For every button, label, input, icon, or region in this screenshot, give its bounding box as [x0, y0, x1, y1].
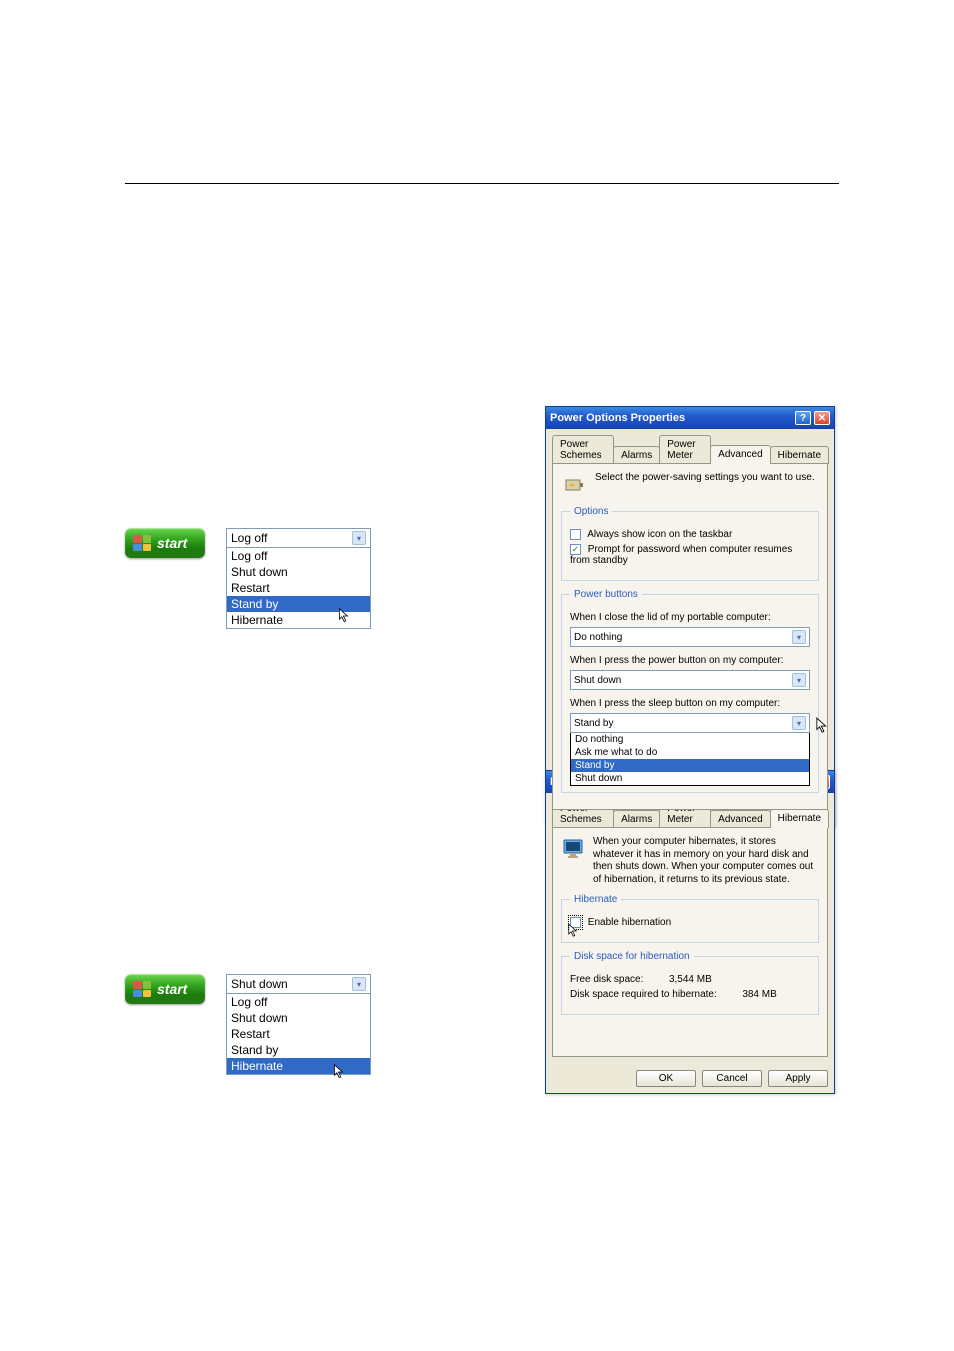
label-sleep-button: When I press the sleep button on my comp… [570, 698, 810, 709]
header-rule [125, 183, 839, 184]
option-hibernate[interactable]: Hibernate [227, 1058, 370, 1074]
tab-hibernate[interactable]: Hibernate [770, 446, 829, 464]
option-log-off[interactable]: Log off [227, 994, 370, 1010]
power-buttons-group: Power buttons When I close the lid of my… [561, 589, 819, 793]
label-power-button: When I press the power button on my comp… [570, 655, 810, 666]
hibernate-group: Hibernate Enable hibernation [561, 894, 819, 943]
select-close-lid-value: Do nothing [574, 632, 622, 643]
titlebar[interactable]: Power Options Properties ? ✕ [546, 407, 834, 429]
chevron-down-icon[interactable]: ▾ [792, 630, 806, 644]
close-button[interactable]: ✕ [814, 411, 830, 425]
disk-space-group: Disk space for hibernation Free disk spa… [561, 951, 819, 1015]
advanced-intro: Select the power-saving settings you wan… [595, 472, 815, 483]
cursor-icon [568, 923, 580, 939]
label-close-lid: When I close the lid of my portable comp… [570, 612, 810, 623]
select-sleep-button-value: Stand by [574, 718, 613, 729]
window-title: Power Options Properties [550, 412, 685, 424]
option-stand-by[interactable]: Stand by [227, 1042, 370, 1058]
windows-logo-icon [133, 535, 151, 551]
option-ask-me[interactable]: Ask me what to do [571, 746, 809, 759]
option-shut-down[interactable]: Shut down [571, 772, 809, 785]
shutdown-dropdown-1[interactable]: Log off ▾ Log off Shut down Restart Stan… [226, 528, 371, 629]
option-log-off[interactable]: Log off [227, 548, 370, 564]
start-label: start [157, 535, 187, 551]
option-shut-down[interactable]: Shut down [227, 564, 370, 580]
chevron-down-icon[interactable]: ▾ [352, 531, 366, 545]
tab-advanced[interactable]: Advanced [710, 445, 770, 464]
label-show-icon: Always show icon on the taskbar [587, 529, 732, 540]
option-restart[interactable]: Restart [227, 1026, 370, 1042]
tab-hibernate[interactable]: Hibernate [770, 809, 829, 828]
tab-row: Power Schemes Alarms Power Meter Advance… [546, 429, 834, 464]
option-do-nothing[interactable]: Do nothing [571, 733, 809, 746]
chevron-down-icon[interactable]: ▾ [352, 977, 366, 991]
label-free-disk: Free disk space: [570, 974, 643, 985]
power-buttons-legend: Power buttons [570, 589, 642, 600]
option-hibernate[interactable]: Hibernate [227, 612, 370, 628]
select-sleep-button[interactable]: Stand by ▾ [570, 713, 810, 733]
options-legend: Options [570, 506, 612, 517]
option-stand-by[interactable]: Stand by [227, 596, 370, 612]
checkbox-show-icon[interactable] [570, 529, 581, 540]
power-options-dialog-hibernate: Power Options Properties ? ✕ Power Schem… [545, 770, 835, 1094]
power-options-dialog-advanced: Power Options Properties ? ✕ Power Schem… [545, 406, 835, 827]
select-power-button[interactable]: Shut down ▾ [570, 670, 810, 690]
monitor-icon [561, 836, 585, 862]
battery-icon [561, 472, 587, 498]
label-enable-hibernation: Enable hibernation [588, 917, 671, 928]
dropdown-selected: Log off [231, 531, 267, 545]
tab-advanced[interactable]: Advanced [710, 810, 770, 828]
tab-alarms[interactable]: Alarms [613, 810, 660, 828]
value-required-disk: 384 MB [742, 989, 776, 1000]
start-label: start [157, 981, 187, 997]
start-button[interactable]: start [125, 528, 205, 558]
dropdown-selected: Shut down [231, 977, 288, 991]
hibernate-legend: Hibernate [570, 894, 621, 905]
tab-alarms[interactable]: Alarms [613, 446, 660, 464]
windows-logo-icon [133, 981, 151, 997]
cursor-icon [816, 717, 830, 735]
checkbox-prompt-password[interactable]: ✓ [570, 544, 581, 555]
value-free-disk: 3,544 MB [669, 974, 712, 985]
help-button[interactable]: ? [795, 411, 811, 425]
disk-space-legend: Disk space for hibernation [570, 951, 694, 962]
options-group: Options Always show icon on the taskbar … [561, 506, 819, 581]
option-stand-by[interactable]: Stand by [571, 759, 809, 772]
label-required-disk: Disk space required to hibernate: [570, 989, 717, 1000]
ok-button[interactable]: OK [636, 1070, 696, 1087]
hibernate-intro: When your computer hibernates, it stores… [593, 836, 819, 886]
chevron-down-icon[interactable]: ▾ [792, 716, 806, 730]
option-shut-down[interactable]: Shut down [227, 1010, 370, 1026]
sleep-options-flyout: Do nothing Ask me what to do Stand by Sh… [570, 733, 810, 786]
shutdown-dropdown-2[interactable]: Shut down ▾ Log off Shut down Restart St… [226, 974, 371, 1075]
option-restart[interactable]: Restart [227, 580, 370, 596]
cancel-button[interactable]: Cancel [702, 1070, 762, 1087]
tab-power-schemes[interactable]: Power Schemes [552, 435, 614, 464]
tab-power-meter[interactable]: Power Meter [659, 435, 711, 464]
apply-button[interactable]: Apply [768, 1070, 828, 1087]
select-power-button-value: Shut down [574, 675, 621, 686]
select-close-lid[interactable]: Do nothing ▾ [570, 627, 810, 647]
start-button[interactable]: start [125, 974, 205, 1004]
chevron-down-icon[interactable]: ▾ [792, 673, 806, 687]
label-prompt-password: Prompt for password when computer resume… [570, 544, 792, 566]
